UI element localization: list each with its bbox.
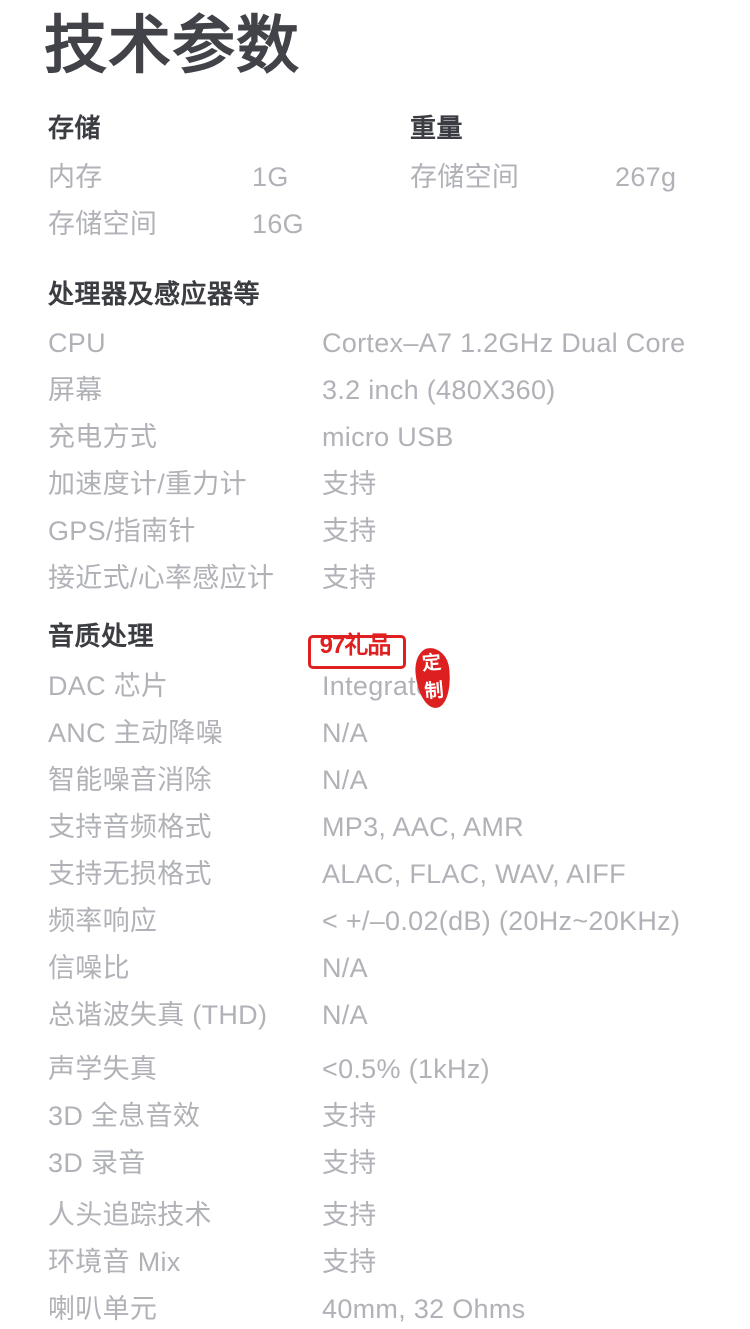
- section-heading-storage: 存储: [48, 113, 102, 143]
- spec-value: 16G: [252, 209, 304, 239]
- spec-value: 支持: [322, 1247, 377, 1277]
- spec-value: 支持: [322, 563, 377, 593]
- spec-value: 支持: [322, 516, 377, 546]
- spec-label: 信噪比: [48, 953, 130, 983]
- spec-value: 支持: [322, 1148, 377, 1178]
- spec-value: N/A: [322, 718, 368, 748]
- spec-label: 人头追踪技术: [48, 1200, 212, 1230]
- spec-value: N/A: [322, 1000, 368, 1030]
- spec-label: 接近式/心率感应计: [48, 563, 275, 593]
- watermark-brand-text: 97礼品: [319, 632, 392, 659]
- spec-label: 3D 录音: [48, 1148, 146, 1178]
- spec-value: 267g: [615, 162, 677, 192]
- spec-label: 喇叭单元: [48, 1294, 158, 1324]
- spec-value: 3.2 inch (480X360): [322, 375, 556, 405]
- spec-label: 存储空间: [48, 209, 158, 239]
- spec-label: 3D 全息音效: [48, 1101, 201, 1131]
- spec-value: <0.5% (1kHz): [322, 1054, 490, 1084]
- spec-label: 环境音 Mix: [48, 1247, 181, 1277]
- spec-label: 充电方式: [48, 422, 158, 452]
- spec-label: CPU: [48, 328, 106, 358]
- spec-value: 40mm, 32 Ohms: [322, 1294, 526, 1324]
- spec-label: 支持无损格式: [48, 859, 212, 889]
- spec-label: 频率响应: [48, 906, 158, 936]
- section-heading-processor: 处理器及感应器等: [48, 279, 261, 309]
- spec-value: 支持: [322, 469, 377, 499]
- spec-label: 加速度计/重力计: [48, 469, 247, 499]
- spec-value: micro USB: [322, 422, 454, 452]
- spec-label: 智能噪音消除: [48, 765, 212, 795]
- spec-label: 存储空间: [410, 162, 520, 192]
- spec-value: Integrated: [322, 671, 447, 701]
- spec-label: GPS/指南针: [48, 516, 196, 546]
- spec-value: 支持: [322, 1101, 377, 1131]
- spec-label: ANC 主动降噪: [48, 718, 223, 748]
- tech-spec-page: 技术参数 存储 内存 1G 存储空间 16G 重量 存储空间 267g 处理器及…: [0, 0, 750, 1329]
- spec-value: < +/–0.02(dB) (20Hz~20KHz): [322, 906, 681, 936]
- section-heading-audio: 音质处理: [48, 621, 155, 651]
- spec-label: 屏幕: [48, 375, 103, 405]
- spec-label: 内存: [48, 162, 103, 192]
- spec-value: 支持: [322, 1200, 377, 1230]
- spec-label: DAC 芯片: [48, 671, 169, 701]
- spec-label: 支持音频格式: [48, 812, 212, 842]
- page-title: 技术参数: [44, 11, 300, 81]
- spec-value: Cortex–A7 1.2GHz Dual Core: [322, 328, 686, 358]
- spec-value: 1G: [252, 162, 289, 192]
- spec-value: MP3, AAC, AMR: [322, 812, 524, 842]
- spec-value: ALAC, FLAC, WAV, AIFF: [322, 859, 626, 889]
- spec-value: N/A: [322, 953, 368, 983]
- spec-value: N/A: [322, 765, 368, 795]
- section-heading-weight: 重量: [410, 113, 464, 143]
- spec-label: 声学失真: [48, 1054, 158, 1084]
- spec-label: 总谐波失真 (THD): [48, 1000, 268, 1030]
